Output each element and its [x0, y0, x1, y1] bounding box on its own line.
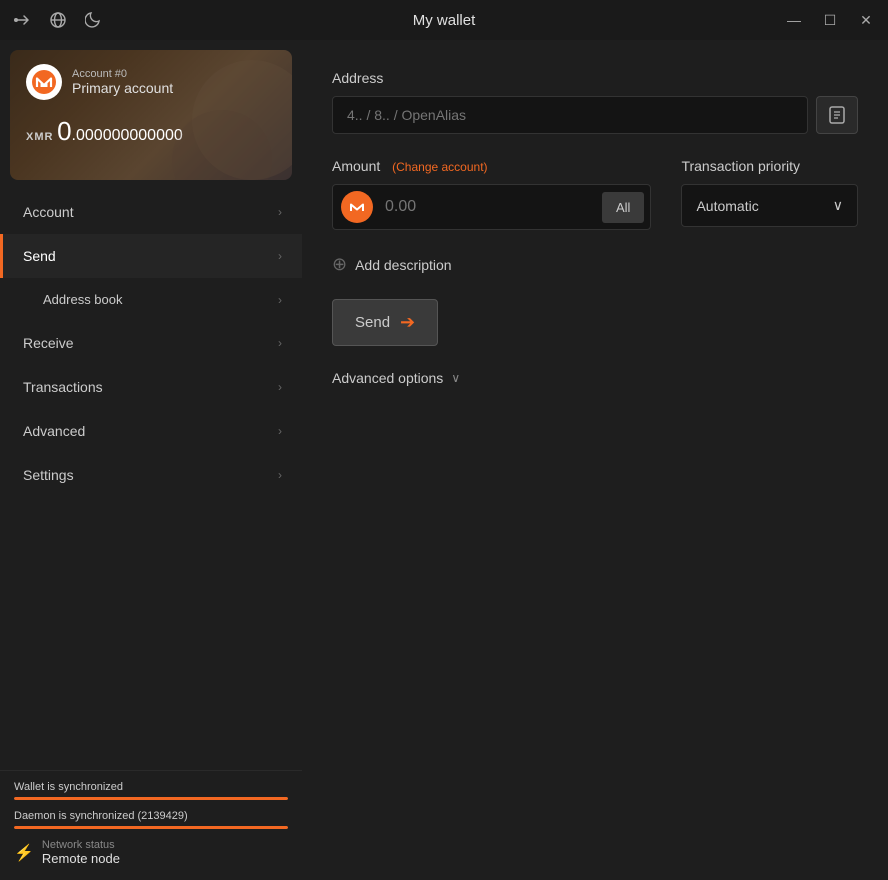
- minimize-button[interactable]: —: [784, 12, 804, 28]
- sidebar-label-advanced: Advanced: [23, 423, 85, 439]
- amount-section: Amount (Change account) All: [332, 158, 651, 230]
- wallet-sync-label: Wallet is synchronized: [14, 781, 288, 793]
- titlebar-left: [12, 10, 104, 30]
- chevron-icon-settings: ›: [278, 468, 282, 482]
- daemon-sync-label: Daemon is synchronized (2139429): [14, 810, 288, 822]
- address-input[interactable]: [332, 96, 808, 134]
- titlebar-controls: — ☐ ✕: [784, 12, 876, 29]
- account-info: Account #0 Primary account: [72, 68, 173, 96]
- all-button[interactable]: All: [602, 192, 644, 223]
- chevron-icon-advanced: ›: [278, 424, 282, 438]
- address-row: [332, 96, 858, 134]
- sidebar-item-send[interactable]: Send ›: [0, 234, 302, 278]
- close-button[interactable]: ✕: [856, 12, 876, 29]
- priority-section: Transaction priority Automatic ∨: [681, 158, 858, 227]
- sidebar-item-account[interactable]: Account ›: [0, 190, 302, 234]
- send-arrow-icon: ➔: [400, 312, 415, 333]
- maximize-button[interactable]: ☐: [820, 12, 840, 29]
- nav-section: Account › Send › Address book › Receive …: [0, 190, 302, 770]
- advanced-options-label: Advanced options: [332, 370, 443, 386]
- sidebar-label-transactions: Transactions: [23, 379, 103, 395]
- balance-currency: XMR: [26, 131, 53, 143]
- lightning-icon: ⚡: [14, 843, 34, 863]
- advanced-options-row[interactable]: Advanced options ∨: [332, 370, 858, 386]
- chevron-icon-address-book: ›: [278, 293, 282, 307]
- content-area: Address Amount (Change account): [302, 40, 888, 880]
- daemon-sync-fill: [14, 826, 288, 829]
- change-account-link[interactable]: (Change account): [392, 160, 487, 174]
- priority-label: Transaction priority: [681, 158, 858, 174]
- priority-value: Automatic: [696, 198, 758, 214]
- advanced-chevron-icon: ∨: [451, 371, 460, 385]
- titlebar: My wallet — ☐ ✕: [0, 0, 888, 40]
- monero-icon-small: [341, 191, 373, 223]
- amount-label: Amount (Change account): [332, 158, 651, 174]
- priority-chevron-icon: ∨: [833, 197, 843, 214]
- sidebar-label-send: Send: [23, 248, 56, 264]
- balance-amount: 0.000000000000: [57, 116, 183, 146]
- network-value: Remote node: [42, 851, 120, 866]
- account-number: Account #0: [72, 68, 173, 80]
- balance-whole: 0: [57, 116, 71, 146]
- network-info: Network status Remote node: [42, 839, 120, 866]
- network-status: ⚡ Network status Remote node: [14, 839, 288, 866]
- wallet-sync-bar: [14, 797, 288, 800]
- account-card[interactable]: Account #0 Primary account XMR 0.0000000…: [10, 50, 292, 180]
- send-button[interactable]: Send ➔: [332, 299, 438, 346]
- sidebar-label-settings: Settings: [23, 467, 74, 483]
- chevron-icon-send: ›: [278, 249, 282, 263]
- globe-icon[interactable]: [48, 10, 68, 30]
- add-description-label: Add description: [355, 257, 452, 273]
- address-book-button[interactable]: [816, 96, 858, 134]
- sidebar-item-advanced[interactable]: Advanced ›: [0, 409, 302, 453]
- address-label: Address: [332, 70, 858, 86]
- sidebar: Account #0 Primary account XMR 0.0000000…: [0, 40, 302, 880]
- chevron-icon-receive: ›: [278, 336, 282, 350]
- daemon-sync-bar: [14, 826, 288, 829]
- send-label: Send: [355, 314, 390, 331]
- sidebar-label-receive: Receive: [23, 335, 74, 351]
- moon-icon[interactable]: [84, 10, 104, 30]
- network-label: Network status: [42, 839, 120, 851]
- balance-decimal: .000000000000: [72, 127, 183, 144]
- sidebar-item-address-book[interactable]: Address book ›: [0, 278, 302, 321]
- transfer-icon[interactable]: [12, 10, 32, 30]
- chevron-icon-transactions: ›: [278, 380, 282, 394]
- monero-logo: [26, 64, 62, 100]
- window-title: My wallet: [413, 12, 476, 29]
- wallet-sync-fill: [14, 797, 288, 800]
- account-balance: XMR 0.000000000000: [26, 116, 276, 147]
- account-header: Account #0 Primary account: [26, 64, 276, 100]
- sidebar-item-receive[interactable]: Receive ›: [0, 321, 302, 365]
- sidebar-label-address-book: Address book: [43, 292, 123, 307]
- sidebar-label-account: Account: [23, 204, 74, 220]
- chevron-icon-account: ›: [278, 205, 282, 219]
- priority-select[interactable]: Automatic ∨: [681, 184, 858, 227]
- amount-input-row: All: [332, 184, 651, 230]
- amount-input[interactable]: [381, 188, 596, 226]
- main-layout: Account #0 Primary account XMR 0.0000000…: [0, 40, 888, 880]
- add-description-icon: ⊕: [332, 254, 347, 275]
- sidebar-item-settings[interactable]: Settings ›: [0, 453, 302, 497]
- status-bar: Wallet is synchronized Daemon is synchro…: [0, 770, 302, 880]
- amount-priority-row: Amount (Change account) All Transaction …: [332, 158, 858, 230]
- add-description-row[interactable]: ⊕ Add description: [332, 254, 858, 275]
- account-name: Primary account: [72, 80, 173, 96]
- sidebar-item-transactions[interactable]: Transactions ›: [0, 365, 302, 409]
